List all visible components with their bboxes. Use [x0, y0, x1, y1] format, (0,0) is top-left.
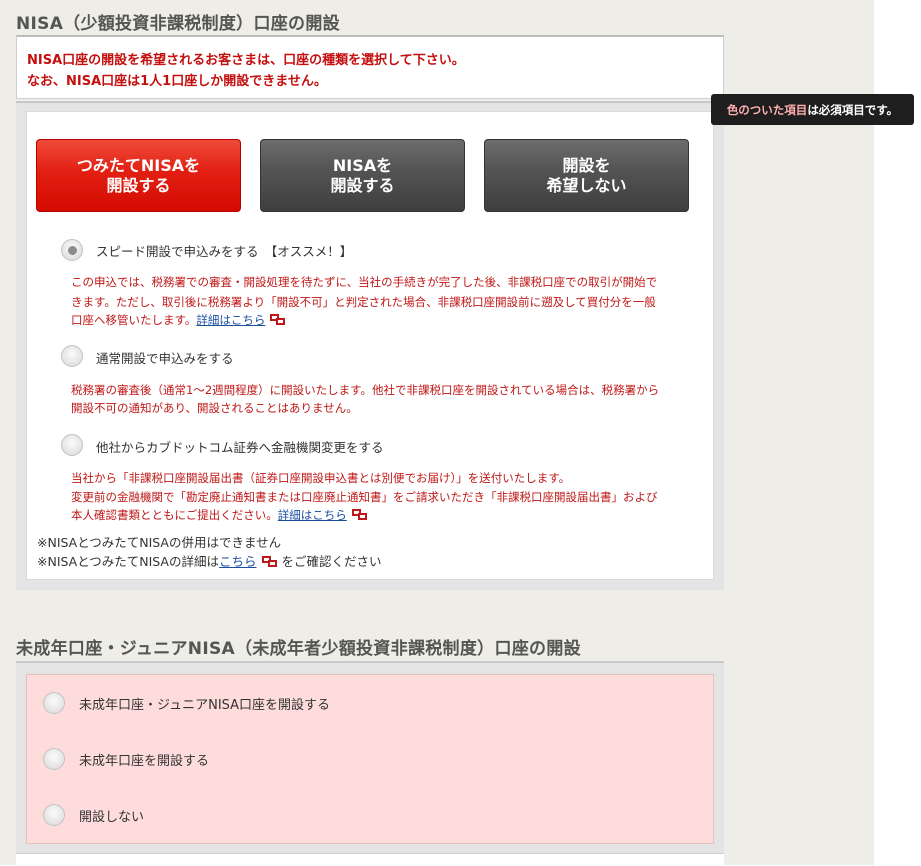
concurrent-use-note: ※NISAとつみたてNISAの併用はできません: [37, 535, 282, 550]
junior-decline-radio[interactable]: [43, 804, 65, 826]
external-window-icon[interactable]: [270, 314, 286, 326]
speed-open-label[interactable]: スピード開設で申込みをする 【オススメ！】: [96, 241, 352, 260]
speed-open-details-link[interactable]: 詳細はこちら: [196, 313, 265, 327]
tooltip-rest-text: は必須項目です。: [807, 102, 899, 117]
normal-open-desc-1: 税務署の審査後（通常1～2週間程度）に開設いたします。他社で非課税口座を開設され…: [71, 383, 660, 397]
minor-account-open-radio[interactable]: [43, 748, 65, 770]
next-section-edge: [16, 853, 724, 866]
transfer-open-radio[interactable]: [61, 434, 83, 456]
normal-open-desc-2: 開設不可の通知があり、開設されることはありません。: [71, 401, 358, 415]
junior-decline-label[interactable]: 開設しない: [79, 806, 144, 825]
transfer-open-details-link[interactable]: 詳細はこちら: [278, 508, 347, 522]
open-tsumitate-nisa-button[interactable]: つみたてNISAを 開設する: [36, 139, 241, 212]
speed-open-desc-1: この申込では、税務署での審査・開設処理を待たずに、当社の手続きが完了した後、非課…: [71, 275, 658, 289]
details-note-link[interactable]: こちら: [219, 554, 257, 569]
minor-account-open-label[interactable]: 未成年口座を開設する: [79, 750, 209, 769]
details-note: ※NISAとつみたてNISAの詳細はこちら をご確認ください: [37, 551, 382, 570]
required-fields-tooltip: 色のついた項目 は必須項目です。: [711, 94, 914, 125]
transfer-open-desc-1: 当社から「非課税口座開設届出書（証券口座開設申込書とは別便でお届け）」を送付いた…: [71, 471, 571, 485]
speed-open-desc-3: 口座へ移管いたします。: [71, 313, 197, 327]
details-note-prefix: ※NISAとつみたてNISAの詳細は: [37, 554, 219, 569]
speed-open-desc-2: きます。ただし、取引後に税務署より「開設不可」と判定された場合、非課税口座開設前…: [71, 295, 656, 309]
transfer-open-desc-2: 変更前の金融機関で「勘定廃止通知書または口座廃止通知書」をご請求いただき「非課税…: [71, 490, 658, 504]
notice-line-1: NISA口座の開設を希望されるお客さまは、口座の種類を選択して下さい。: [27, 53, 465, 68]
speed-open-radio[interactable]: [61, 239, 83, 261]
normal-open-radio[interactable]: [61, 345, 83, 367]
nisa-section-title: NISA（少額投資非課税制度）口座の開設: [16, 14, 340, 34]
normal-open-label[interactable]: 通常開設で申込みをする: [96, 348, 234, 367]
nisa-notice-box: NISA口座の開設を希望されるお客さまは、口座の種類を選択して下さい。 なお、N…: [16, 35, 724, 99]
decline-opening-button[interactable]: 開設を 希望しない: [484, 139, 689, 212]
notice-line-2: なお、NISA口座は1人1口座しか開設できません。: [27, 74, 327, 89]
external-window-icon[interactable]: [261, 556, 278, 568]
junior-nisa-open-radio[interactable]: [43, 692, 65, 714]
external-window-icon[interactable]: [351, 509, 368, 521]
junior-section-title: 未成年口座・ジュニアNISA（未成年者少額投資非課税制度）口座の開設: [16, 639, 581, 659]
open-nisa-button[interactable]: NISAを 開設する: [260, 139, 465, 212]
transfer-open-label[interactable]: 他社からカブドットコム証券へ金融機関変更をする: [96, 437, 384, 456]
transfer-open-desc-3: 本人確認書類とともにご提出ください。: [71, 508, 278, 522]
transfer-open-desc-3-row: 本人確認書類とともにご提出ください。詳細はこちら: [71, 505, 368, 525]
speed-open-desc-3-row: 口座へ移管いたします。詳細はこちら: [71, 310, 286, 330]
details-note-suffix: をご確認ください: [281, 554, 382, 569]
tooltip-highlight-text: 色のついた項目: [726, 102, 808, 117]
junior-nisa-open-label[interactable]: 未成年口座・ジュニアNISA口座を開設する: [79, 694, 330, 713]
